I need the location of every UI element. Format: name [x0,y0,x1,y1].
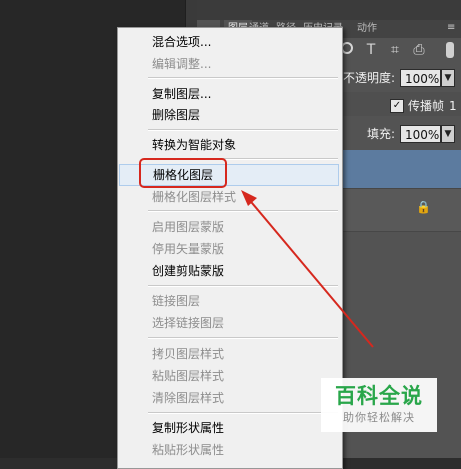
menu-item-clear-layer-style: 清除图层样式 [152,391,225,405]
annotation-highlight-box [139,158,227,188]
menu-item-copy-layer-style: 拷贝图层样式 [152,347,225,361]
filter-toggle-icon[interactable] [446,42,454,58]
layer-context-menu: 混合选项... 编辑调整... 复制图层... 删除图层 转换为智能对象 栅格化… [117,27,343,469]
menu-item-enable-layer-mask: 启用图层蒙版 [152,220,225,234]
menu-item-blending-options[interactable]: 混合选项... [119,31,339,53]
menu-item-link-layers: 链接图层 [152,294,201,308]
menu-item-rasterize-layer-style: 栅格化图层样式 [152,190,237,204]
opacity-dropdown-icon[interactable]: ▼ [441,69,455,87]
tab-actions[interactable]: 动作 [357,20,377,38]
panel-menu-icon[interactable]: ≡ [447,22,457,34]
menu-separator [148,285,338,287]
watermark: 百科全说 助你轻松解决 [321,378,437,432]
menu-item-duplicate-layer[interactable]: 复制图层... [119,83,339,105]
menu-item-select-linked-layers: 选择链接图层 [152,316,225,330]
opacity-label: 不透明度: [343,71,396,85]
propagate-frame-label: 传播帧 [408,99,445,113]
menu-item-edit-adjustment: 编辑调整... [152,57,212,71]
propagate-frame-value: 1 [449,99,457,113]
menu-item-convert-smart-object[interactable]: 转换为智能对象 [119,134,339,156]
menu-item-copy-shape-attributes[interactable]: 复制形状属性 [119,417,339,439]
propagate-frame-checkbox[interactable]: ✓ [390,99,404,113]
menu-item-create-clipping-mask[interactable]: 创建剪贴蒙版 [119,260,339,282]
lock-icon: 🔒 [416,200,431,214]
type-filter-icon[interactable]: T [362,40,380,60]
shape-filter-icon[interactable]: ⌗ [386,40,404,60]
fill-input[interactable]: 100% [400,125,441,143]
menu-separator [148,210,338,212]
watermark-subtitle: 助你轻松解决 [343,411,415,424]
menu-separator [148,129,338,131]
menu-item-delete-layer[interactable]: 删除图层 [119,104,339,126]
menu-separator [148,337,338,339]
fill-label: 填充: [367,127,396,141]
fill-dropdown-icon[interactable]: ▼ [441,125,455,143]
opacity-input[interactable]: 100% [400,69,441,87]
menu-separator [148,412,338,414]
panel-top-strip [197,0,461,20]
menu-item-paste-layer-style: 粘贴图层样式 [152,369,225,383]
menu-item-disable-vector-mask: 停用矢量蒙版 [152,242,225,256]
smart-object-filter-icon[interactable]: ⎙ [410,40,428,60]
watermark-title: 百科全说 [335,384,423,408]
menu-separator [148,77,338,79]
